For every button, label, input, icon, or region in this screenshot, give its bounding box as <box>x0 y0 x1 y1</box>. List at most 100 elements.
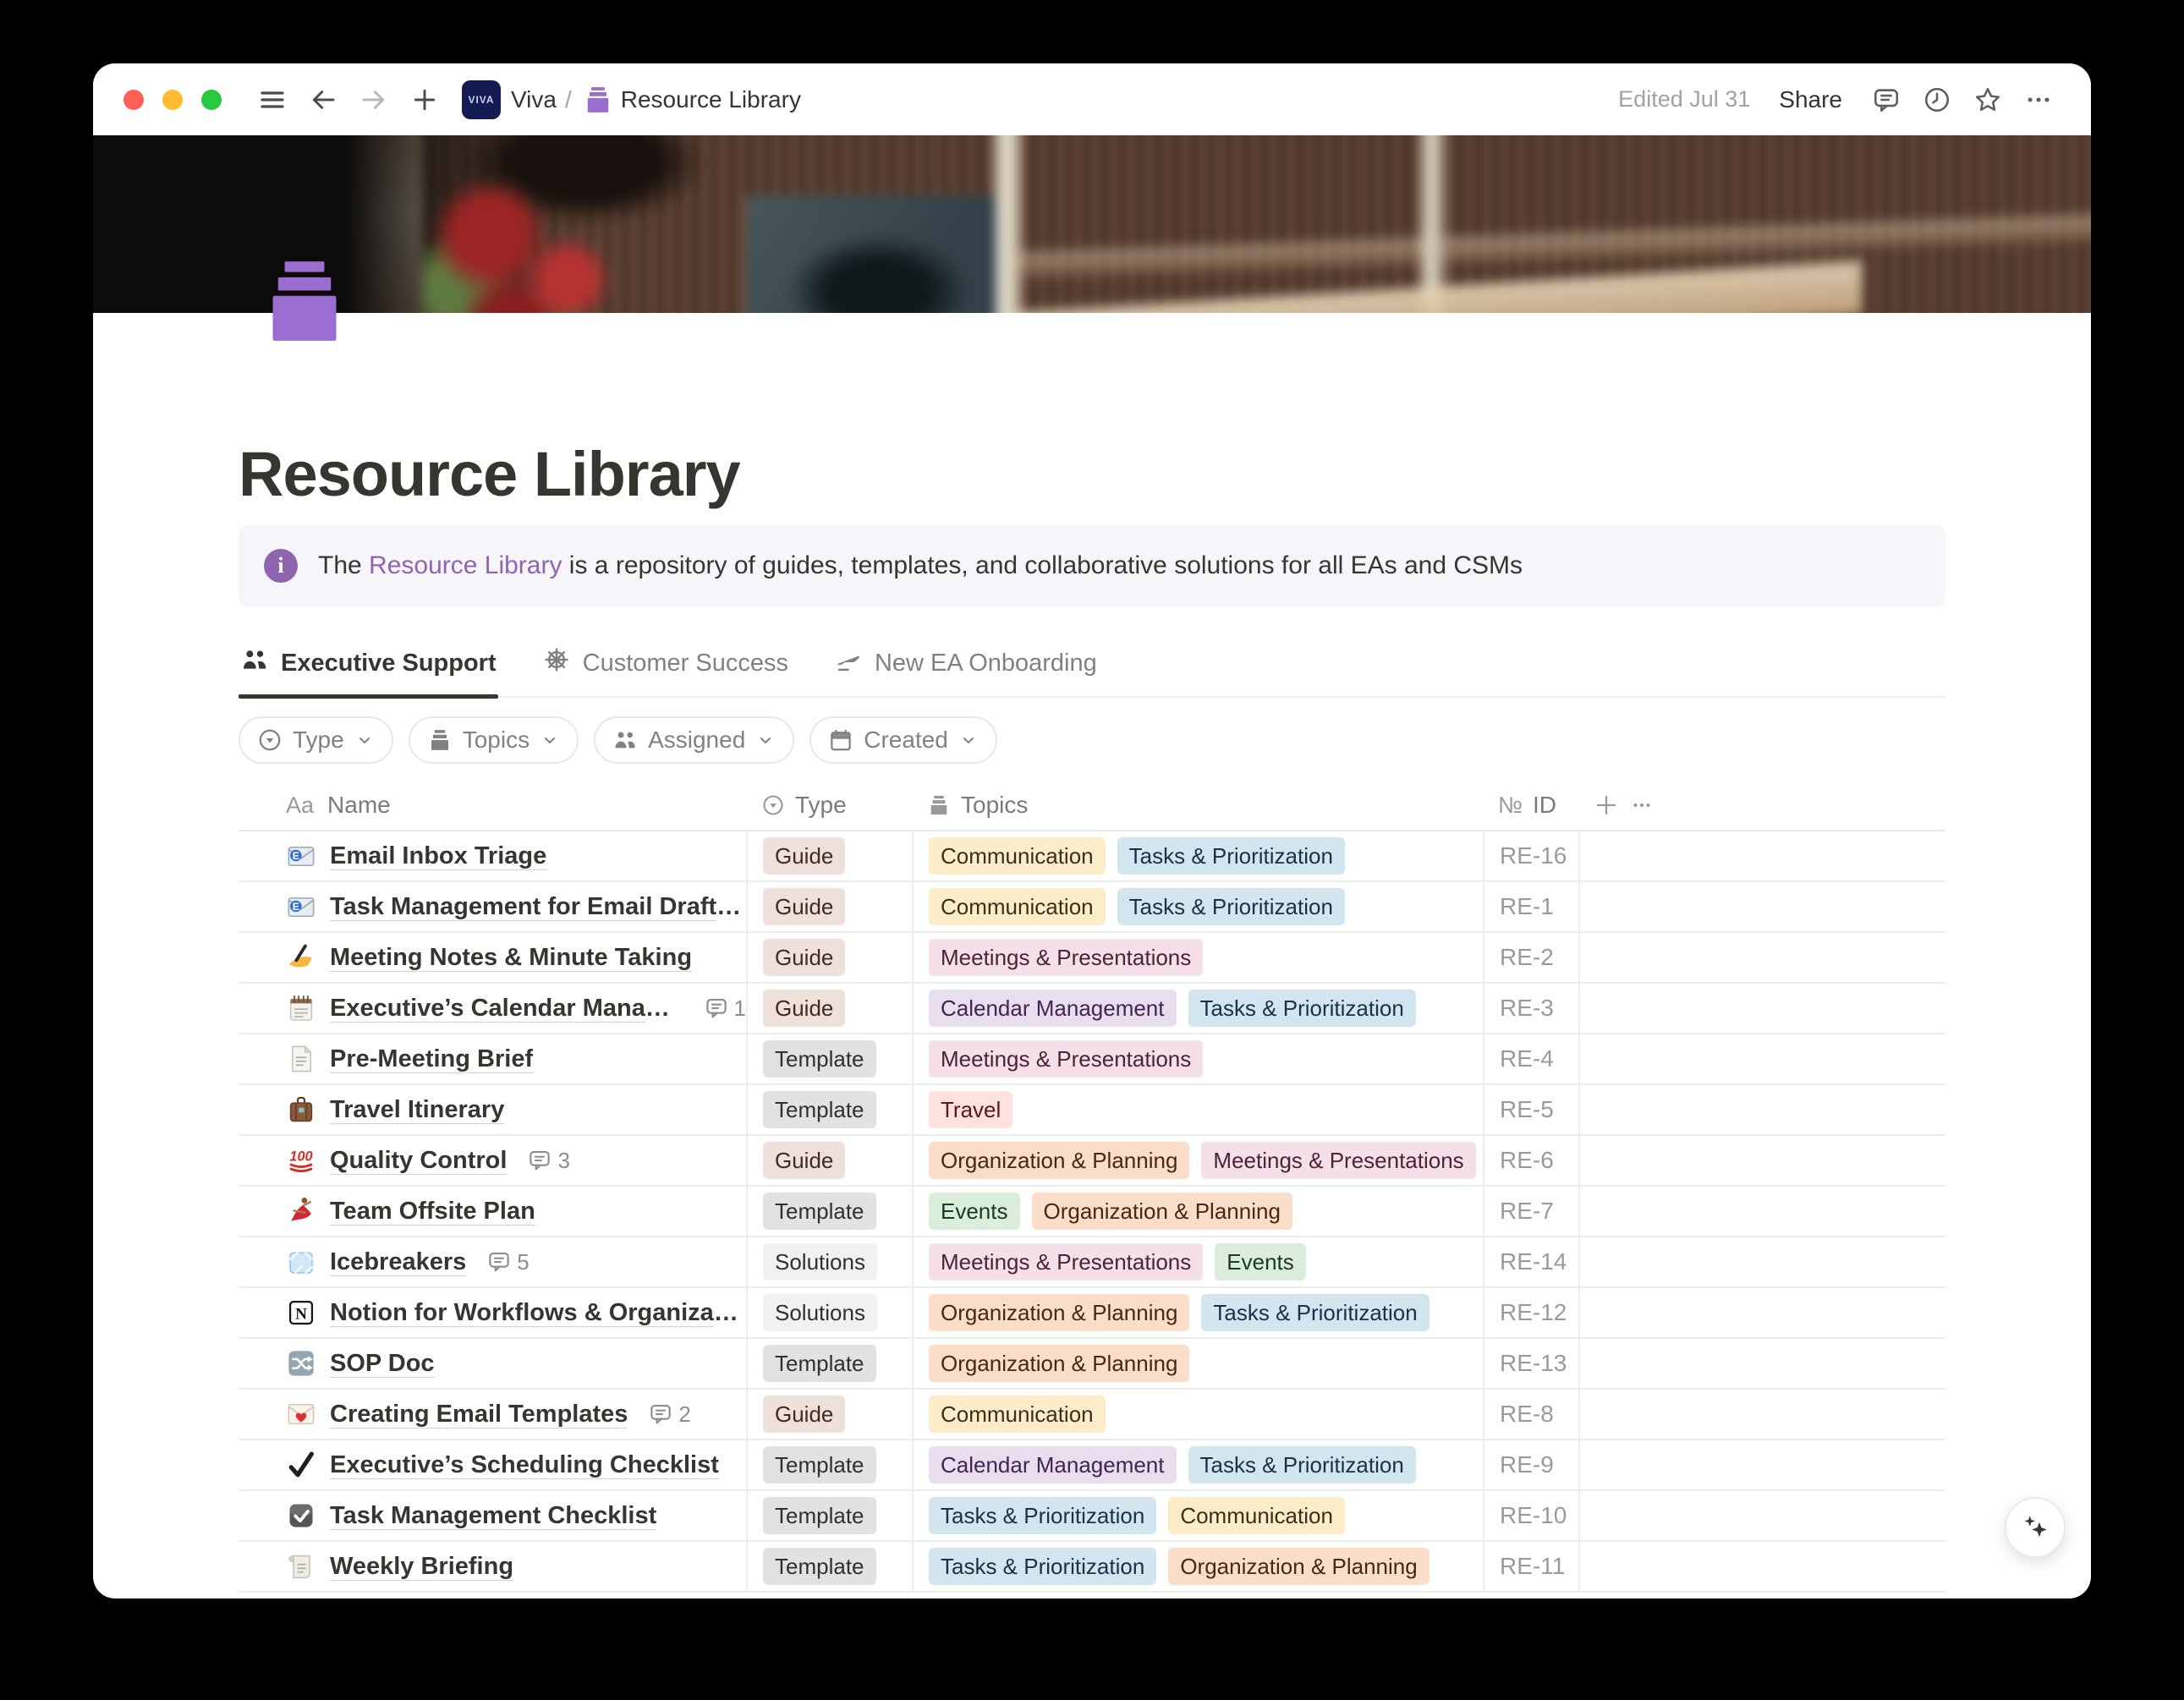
page-link[interactable]: Meeting Notes & Minute Taking <box>330 944 692 972</box>
row-topics-cell[interactable]: Meetings & Presentations <box>912 1034 1483 1083</box>
page-link[interactable]: Email Inbox Triage <box>330 842 546 870</box>
row-id-cell[interactable]: RE-10 <box>1483 1491 1578 1540</box>
row-topics-cell[interactable]: EventsOrganization & Planning <box>912 1187 1483 1236</box>
page-link[interactable]: Pre-Meeting Brief <box>330 1045 533 1073</box>
row-id-cell[interactable]: RE-1 <box>1483 882 1578 931</box>
page-title[interactable]: Resource Library <box>239 436 1945 513</box>
page-link[interactable]: Creating Email Templates <box>330 1401 628 1429</box>
page-link[interactable]: SOP Doc <box>330 1350 435 1378</box>
row-topics-cell[interactable]: Organization & Planning <box>912 1339 1483 1388</box>
page-link[interactable]: Task Management Checklist <box>330 1502 656 1530</box>
comments-icon[interactable] <box>1864 78 1908 122</box>
page-link[interactable]: Team Offsite Plan <box>330 1198 535 1226</box>
filter-type[interactable]: Type <box>239 716 393 764</box>
row-topics-cell[interactable]: CommunicationTasks & Prioritization <box>912 882 1483 931</box>
comment-count-badge[interactable]: 1 <box>704 995 746 1022</box>
share-button[interactable]: Share <box>1779 86 1842 113</box>
zoom-window-icon[interactable] <box>201 90 222 110</box>
back-arrow-icon[interactable] <box>306 83 340 117</box>
breadcrumb-workspace[interactable]: Viva <box>511 86 557 113</box>
row-topics-cell[interactable]: Calendar ManagementTasks & Prioritizatio… <box>912 1440 1483 1489</box>
column-header-name[interactable]: Aa Name <box>239 792 746 819</box>
row-type-cell[interactable]: Guide <box>746 882 912 931</box>
tab-new-ea-onboarding[interactable]: New EA Onboarding <box>832 637 1099 696</box>
page-link[interactable]: Executive’s Scheduling Checklist <box>330 1451 719 1479</box>
resource-library-link[interactable]: Resource Library <box>369 551 562 579</box>
row-topics-cell[interactable]: Tasks & PrioritizationCommunication <box>912 1491 1483 1540</box>
row-type-cell[interactable]: Template <box>746 1187 912 1236</box>
page-link[interactable]: Travel Itinerary <box>330 1096 504 1124</box>
row-type-cell[interactable]: Guide <box>746 1390 912 1439</box>
row-type-cell[interactable]: Guide <box>746 984 912 1033</box>
comment-count-badge[interactable]: 2 <box>648 1401 690 1428</box>
tab-executive-support[interactable]: Executive Support <box>239 637 498 696</box>
filter-created[interactable]: Created <box>809 716 997 764</box>
viva-workspace-logo[interactable]: VIVA <box>462 80 501 119</box>
row-id-cell[interactable]: RE-14 <box>1483 1237 1578 1286</box>
row-id-cell[interactable]: RE-7 <box>1483 1187 1578 1236</box>
row-id-cell[interactable]: RE-3 <box>1483 984 1578 1033</box>
row-topics-cell[interactable]: Calendar ManagementTasks & Prioritizatio… <box>912 984 1483 1033</box>
row-id-cell[interactable]: RE-9 <box>1483 1440 1578 1489</box>
row-type-cell[interactable]: Solutions <box>746 1288 912 1337</box>
page-link[interactable]: Executive’s Calendar Management <box>330 995 683 1023</box>
row-id-cell[interactable]: RE-5 <box>1483 1085 1578 1134</box>
favorite-star-icon[interactable] <box>1966 78 2010 122</box>
forward-arrow-icon[interactable] <box>357 83 391 117</box>
breadcrumb-page[interactable]: Resource Library <box>621 86 801 113</box>
column-header-type[interactable]: Type <box>746 792 912 819</box>
sidebar-menu-icon[interactable] <box>255 83 289 117</box>
row-id-cell[interactable]: RE-13 <box>1483 1339 1578 1388</box>
row-id-cell[interactable]: RE-4 <box>1483 1034 1578 1083</box>
row-type-cell[interactable]: Solutions <box>746 1237 912 1286</box>
add-column-icon[interactable] <box>1594 792 1619 818</box>
row-type-cell[interactable]: Template <box>746 1085 912 1134</box>
row-type-cell[interactable]: Template <box>746 1491 912 1540</box>
comment-count-badge[interactable]: 5 <box>486 1249 529 1275</box>
row-type-cell[interactable]: Template <box>746 1034 912 1083</box>
row-topics-cell[interactable]: Travel <box>912 1085 1483 1134</box>
page-archive-icon[interactable] <box>262 259 347 362</box>
row-type-cell[interactable]: Guide <box>746 933 912 982</box>
page-link[interactable]: Notion for Workflows & Organization <box>330 1299 746 1327</box>
page-cover-image[interactable] <box>93 135 2091 313</box>
page-link[interactable]: Weekly Briefing <box>330 1553 513 1581</box>
filter-topics[interactable]: Topics <box>409 716 579 764</box>
row-topics-cell[interactable]: Organization & PlanningTasks & Prioritiz… <box>912 1288 1483 1337</box>
row-id-cell[interactable]: RE-6 <box>1483 1136 1578 1185</box>
column-header-topics[interactable]: Topics <box>912 792 1483 819</box>
page-link[interactable]: Icebreakers <box>330 1248 466 1276</box>
row-id-cell[interactable]: RE-12 <box>1483 1288 1578 1337</box>
history-clock-icon[interactable] <box>1915 78 1959 122</box>
tab-customer-success[interactable]: Customer Success <box>541 637 790 696</box>
row-type-cell[interactable]: Guide <box>746 1136 912 1185</box>
row-topics-cell[interactable]: Meetings & PresentationsEvents <box>912 1237 1483 1286</box>
row-topics-cell[interactable]: Tasks & PrioritizationOrganization & Pla… <box>912 1542 1483 1591</box>
page-link[interactable]: Quality Control <box>330 1147 507 1175</box>
column-header-id[interactable]: № ID <box>1483 792 1578 819</box>
row-type-cell[interactable]: Template <box>746 1542 912 1591</box>
comment-count-badge[interactable]: 3 <box>527 1148 569 1174</box>
row-topics-cell[interactable]: Meetings & Presentations <box>912 933 1483 982</box>
row-type-cell[interactable]: Template <box>746 1339 912 1388</box>
more-options-icon[interactable] <box>2017 78 2061 122</box>
notion-ai-button[interactable] <box>2005 1497 2066 1558</box>
row-id-cell[interactable]: RE-8 <box>1483 1390 1578 1439</box>
chevron-down-icon <box>755 730 776 750</box>
row-id-cell[interactable]: RE-11 <box>1483 1542 1578 1591</box>
row-type-cell[interactable]: Template <box>746 1440 912 1489</box>
row-empty-cell <box>1578 882 1945 931</box>
row-topics-cell[interactable]: Organization & PlanningMeetings & Presen… <box>912 1136 1483 1185</box>
row-topics-cell[interactable]: CommunicationTasks & Prioritization <box>912 831 1483 880</box>
row-id-cell[interactable]: RE-16 <box>1483 831 1578 880</box>
row-topics-cell[interactable]: Communication <box>912 1390 1483 1439</box>
dancer-icon <box>286 1196 316 1226</box>
page-link[interactable]: Task Management for Email Drafting <box>330 893 746 921</box>
filter-assigned[interactable]: Assigned <box>594 716 794 764</box>
new-page-icon[interactable] <box>408 83 442 117</box>
row-type-cell[interactable]: Guide <box>746 831 912 880</box>
minimize-window-icon[interactable] <box>162 90 183 110</box>
row-id-cell[interactable]: RE-2 <box>1483 933 1578 982</box>
close-window-icon[interactable] <box>123 90 144 110</box>
table-options-icon[interactable] <box>1629 792 1654 818</box>
